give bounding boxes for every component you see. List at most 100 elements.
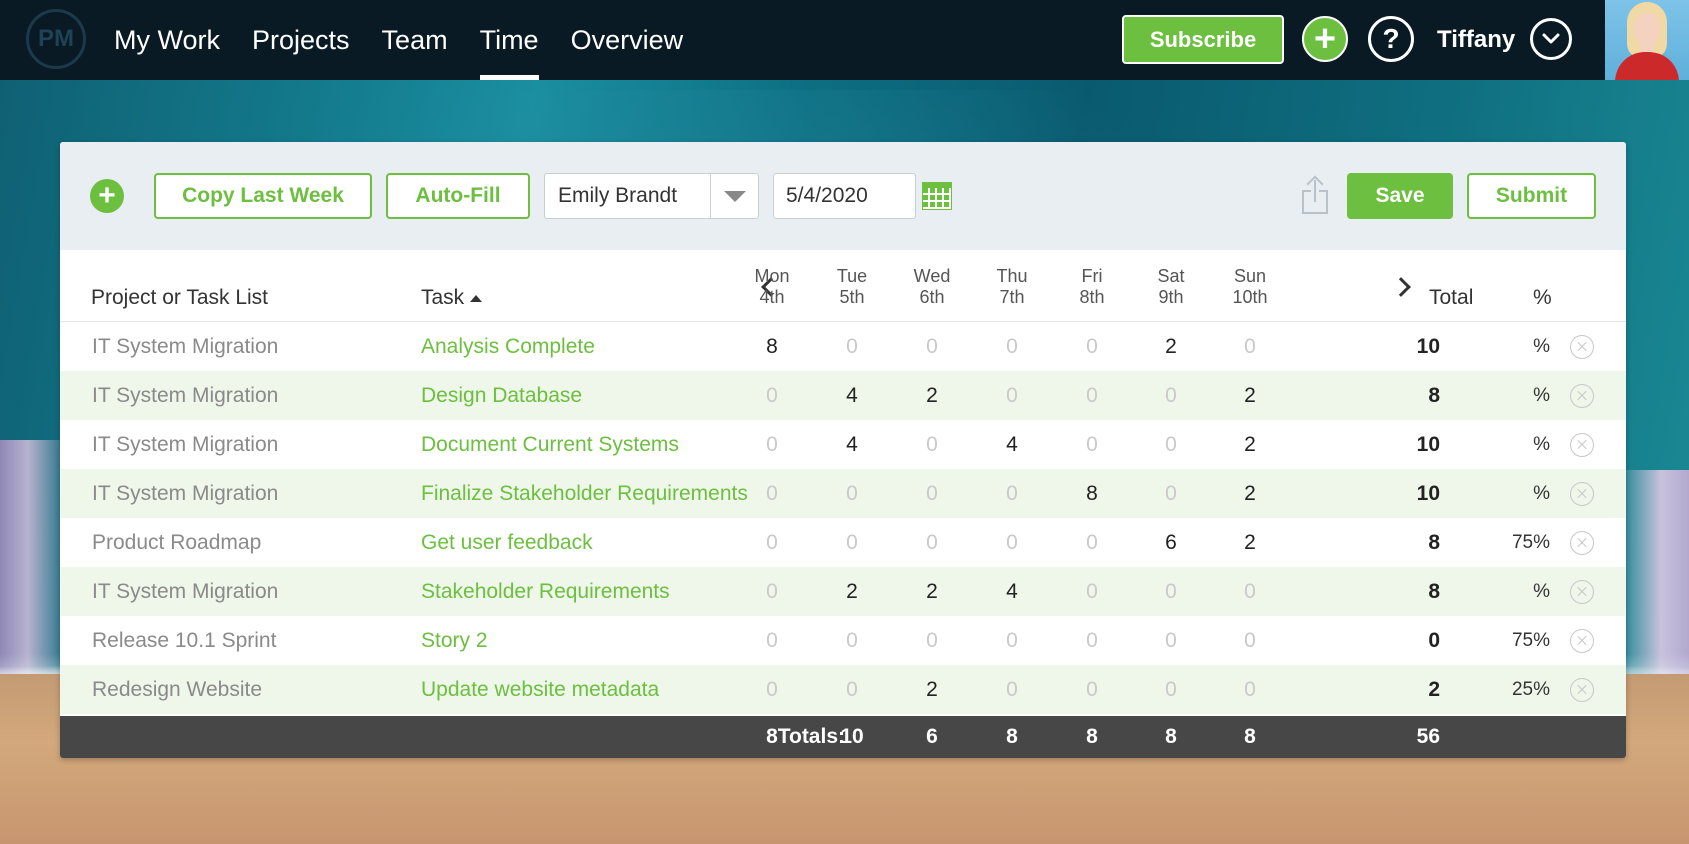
auto-fill-button[interactable]: Auto-Fill bbox=[386, 173, 530, 219]
dropdown-arrow-icon[interactable] bbox=[710, 174, 758, 218]
remove-row-button[interactable] bbox=[1570, 469, 1594, 518]
chevron-down-icon[interactable] bbox=[1530, 18, 1572, 60]
hours-cell[interactable]: 0 bbox=[902, 420, 962, 469]
hours-cell[interactable]: 0 bbox=[902, 469, 962, 518]
row-task-link[interactable]: Document Current Systems bbox=[421, 420, 679, 469]
hours-cell[interactable]: 0 bbox=[982, 665, 1042, 714]
save-button[interactable]: Save bbox=[1347, 173, 1453, 219]
row-task-link[interactable]: Analysis Complete bbox=[421, 322, 595, 371]
remove-row-button[interactable] bbox=[1570, 518, 1594, 567]
hours-cell[interactable]: 2 bbox=[1220, 469, 1280, 518]
export-icon[interactable] bbox=[1300, 175, 1330, 216]
row-task-link[interactable]: Story 2 bbox=[421, 616, 488, 665]
hours-cell[interactable]: 0 bbox=[1141, 420, 1201, 469]
hours-cell[interactable]: 0 bbox=[742, 567, 802, 616]
avatar[interactable] bbox=[1605, 0, 1689, 80]
hours-cell[interactable]: 0 bbox=[1220, 567, 1280, 616]
row-task-link[interactable]: Stakeholder Requirements bbox=[421, 567, 670, 616]
hours-cell[interactable]: 0 bbox=[1062, 371, 1122, 420]
hours-cell[interactable]: 4 bbox=[982, 420, 1042, 469]
hours-cell[interactable]: 0 bbox=[1062, 665, 1122, 714]
hours-cell[interactable]: 8 bbox=[1062, 469, 1122, 518]
remove-row-button[interactable] bbox=[1570, 616, 1594, 665]
nav-item-overview[interactable]: Overview bbox=[571, 0, 684, 80]
remove-row-button[interactable] bbox=[1570, 567, 1594, 616]
nav-item-my-work[interactable]: My Work bbox=[114, 0, 220, 80]
hours-cell[interactable]: 0 bbox=[1062, 322, 1122, 371]
help-icon[interactable]: ? bbox=[1368, 16, 1414, 62]
hours-cell[interactable]: 2 bbox=[1220, 518, 1280, 567]
hours-cell[interactable]: 0 bbox=[902, 518, 962, 567]
row-project[interactable]: Redesign Website bbox=[92, 665, 262, 714]
person-select[interactable]: Emily Brandt bbox=[544, 173, 759, 219]
hours-cell[interactable]: 2 bbox=[902, 371, 962, 420]
row-project[interactable]: IT System Migration bbox=[92, 322, 278, 371]
hours-cell[interactable]: 0 bbox=[1220, 322, 1280, 371]
add-row-icon[interactable]: + bbox=[90, 179, 124, 213]
hours-cell[interactable]: 0 bbox=[1141, 567, 1201, 616]
hours-cell[interactable]: 2 bbox=[1141, 322, 1201, 371]
hours-cell[interactable]: 0 bbox=[982, 322, 1042, 371]
hours-cell[interactable]: 0 bbox=[1220, 665, 1280, 714]
remove-row-button[interactable] bbox=[1570, 322, 1594, 371]
row-task-link[interactable]: Finalize Stakeholder Requirements bbox=[421, 469, 748, 518]
hours-cell[interactable]: 0 bbox=[902, 322, 962, 371]
remove-row-button[interactable] bbox=[1570, 420, 1594, 469]
next-week-icon[interactable] bbox=[1391, 277, 1411, 297]
hours-cell[interactable]: 0 bbox=[822, 518, 882, 567]
nav-item-time[interactable]: Time bbox=[479, 0, 539, 80]
hours-cell[interactable]: 2 bbox=[822, 567, 882, 616]
hours-cell[interactable]: 0 bbox=[742, 371, 802, 420]
hours-cell[interactable]: 8 bbox=[742, 322, 802, 371]
row-task-link[interactable]: Get user feedback bbox=[421, 518, 593, 567]
copy-last-week-button[interactable]: Copy Last Week bbox=[154, 173, 372, 219]
hours-cell[interactable]: 0 bbox=[742, 420, 802, 469]
hours-cell[interactable]: 0 bbox=[1062, 518, 1122, 567]
remove-row-button[interactable] bbox=[1570, 665, 1594, 714]
subscribe-button[interactable]: Subscribe bbox=[1122, 15, 1284, 64]
hours-cell[interactable]: 0 bbox=[742, 616, 802, 665]
hours-cell[interactable]: 0 bbox=[742, 518, 802, 567]
header-project[interactable]: Project or Task List bbox=[91, 286, 268, 310]
row-percent[interactable]: % bbox=[1490, 567, 1550, 616]
hours-cell[interactable]: 0 bbox=[982, 469, 1042, 518]
row-percent[interactable]: % bbox=[1490, 371, 1550, 420]
hours-cell[interactable]: 2 bbox=[902, 567, 962, 616]
hours-cell[interactable]: 0 bbox=[902, 616, 962, 665]
hours-cell[interactable]: 4 bbox=[822, 371, 882, 420]
hours-cell[interactable]: 4 bbox=[822, 420, 882, 469]
row-percent[interactable]: 75% bbox=[1490, 518, 1550, 567]
nav-item-team[interactable]: Team bbox=[382, 0, 448, 80]
row-percent[interactable]: 25% bbox=[1490, 665, 1550, 714]
week-date-input[interactable]: 5/4/2020 bbox=[773, 173, 916, 219]
hours-cell[interactable]: 0 bbox=[1220, 616, 1280, 665]
row-project[interactable]: Product Roadmap bbox=[92, 518, 261, 567]
row-percent[interactable]: 75% bbox=[1490, 616, 1550, 665]
hours-cell[interactable]: 0 bbox=[982, 518, 1042, 567]
hours-cell[interactable]: 0 bbox=[1141, 371, 1201, 420]
row-project[interactable]: IT System Migration bbox=[92, 371, 278, 420]
row-task-link[interactable]: Design Database bbox=[421, 371, 582, 420]
hours-cell[interactable]: 0 bbox=[822, 665, 882, 714]
row-percent[interactable]: % bbox=[1490, 469, 1550, 518]
hours-cell[interactable]: 0 bbox=[1141, 665, 1201, 714]
hours-cell[interactable]: 2 bbox=[1220, 371, 1280, 420]
hours-cell[interactable]: 0 bbox=[822, 322, 882, 371]
hours-cell[interactable]: 6 bbox=[1141, 518, 1201, 567]
hours-cell[interactable]: 0 bbox=[1062, 616, 1122, 665]
hours-cell[interactable]: 0 bbox=[742, 469, 802, 518]
row-project[interactable]: IT System Migration bbox=[92, 567, 278, 616]
hours-cell[interactable]: 0 bbox=[982, 616, 1042, 665]
add-icon[interactable]: + bbox=[1302, 16, 1348, 62]
user-name[interactable]: Tiffany bbox=[1437, 0, 1515, 80]
hours-cell[interactable]: 0 bbox=[742, 665, 802, 714]
hours-cell[interactable]: 2 bbox=[1220, 420, 1280, 469]
hours-cell[interactable]: 0 bbox=[1062, 420, 1122, 469]
row-percent[interactable]: % bbox=[1490, 322, 1550, 371]
submit-button[interactable]: Submit bbox=[1467, 173, 1596, 219]
row-project[interactable]: Release 10.1 Sprint bbox=[92, 616, 276, 665]
nav-item-projects[interactable]: Projects bbox=[252, 0, 350, 80]
row-project[interactable]: IT System Migration bbox=[92, 469, 278, 518]
header-task[interactable]: Task bbox=[421, 286, 483, 310]
hours-cell[interactable]: 0 bbox=[822, 616, 882, 665]
